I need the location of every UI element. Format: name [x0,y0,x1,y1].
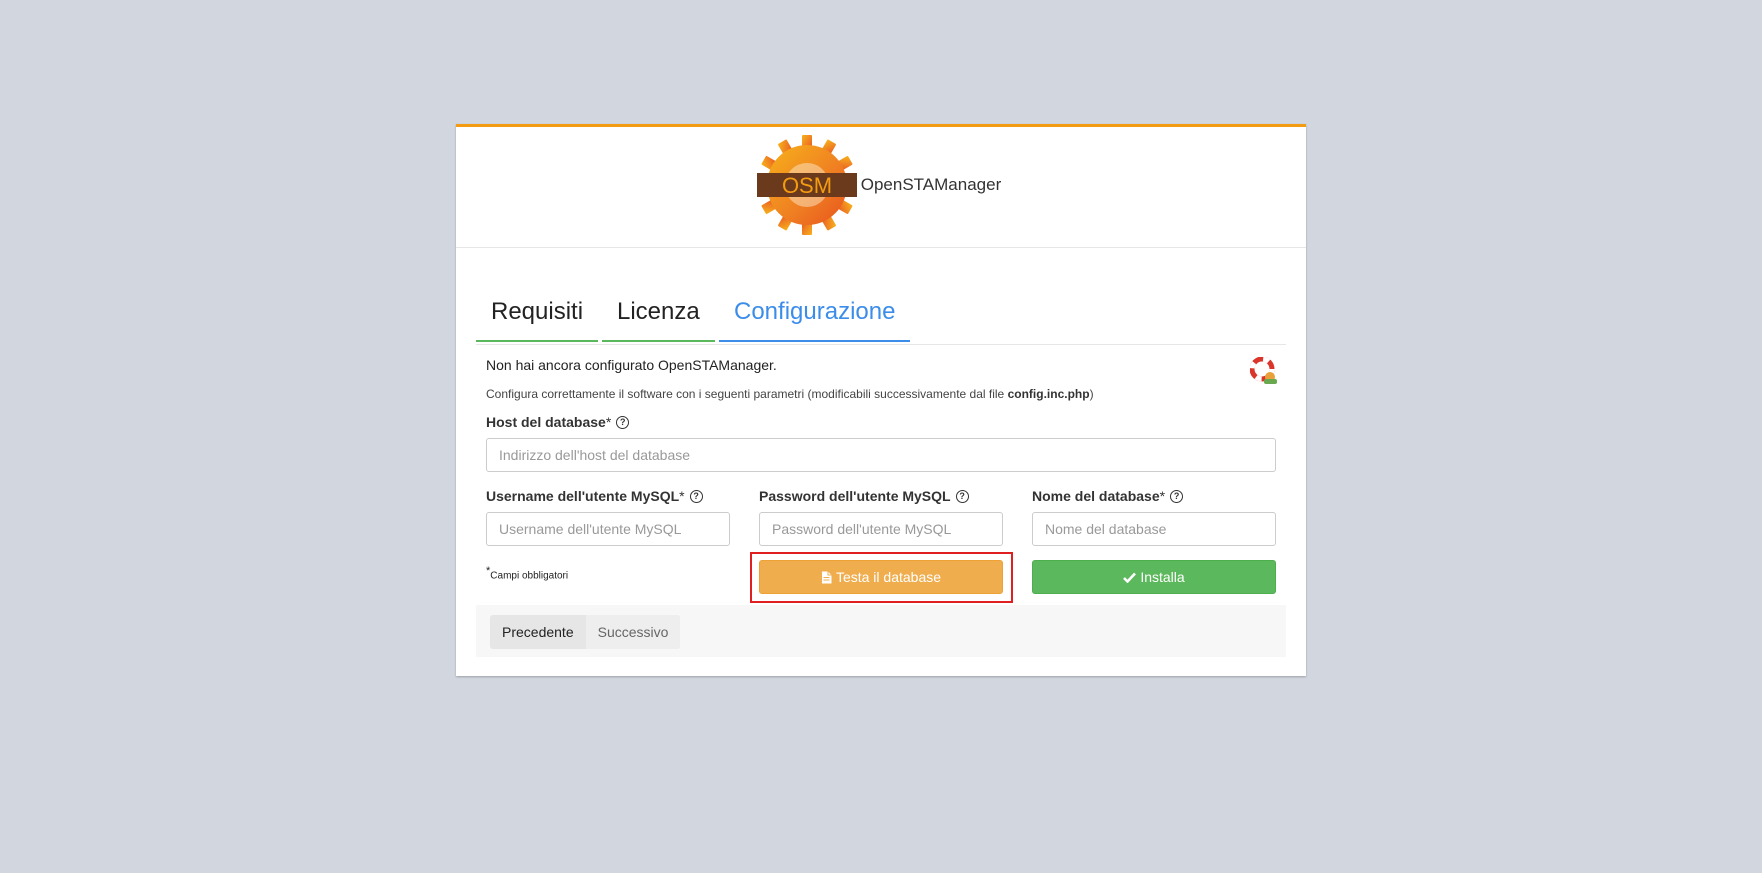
wizard-footer: Precedente Successivo [476,605,1286,657]
installer-card: OSM OpenSTAManager Requisiti Licenza Con… [456,124,1306,676]
logo: OSM OpenSTAManager [755,133,1001,237]
username-label: Username dell'utente MySQL * ? [486,488,703,504]
dbname-label-text: Nome del database [1032,488,1160,504]
check-icon [1123,572,1137,583]
brand-name: OpenSTAManager [860,175,1002,194]
intro-title: Non hai ancora configurato OpenSTAManage… [486,357,777,373]
dbname-label: Nome del database * ? [1032,488,1184,504]
description-suffix: ) [1089,387,1094,401]
note-text: Campi obbligatori [490,570,569,582]
card-header: OSM OpenSTAManager [456,127,1306,248]
password-input[interactable] [759,512,1003,546]
tab-configurazione[interactable]: Configurazione [719,282,910,342]
wizard-tabs: Requisiti Licenza Configurazione [476,282,1286,345]
test-database-button[interactable]: Testa il database [759,560,1003,594]
previous-button[interactable]: Precedente [490,615,586,649]
pager: Precedente Successivo [490,615,681,649]
required-mark: * [1159,488,1166,504]
username-label-text: Username dell'utente MySQL [486,488,680,504]
support-icon[interactable] [1249,356,1278,385]
osm-logo-icon: OSM [755,133,859,237]
password-label: Password dell'utente MySQL ? [759,488,969,504]
dbname-input[interactable] [1032,512,1276,546]
install-label: Installa [1140,569,1185,585]
host-label: Host del database * ? [486,414,630,430]
file-icon [821,571,832,583]
required-fields-note: *Campi obbligatori [486,565,568,581]
required-mark: * [679,488,685,504]
host-input[interactable] [486,438,1276,472]
help-icon[interactable]: ? [1170,489,1184,503]
install-button[interactable]: Installa [1032,560,1276,594]
intro-description: Configura correttamente il software con … [486,387,1094,401]
next-button[interactable]: Successivo [585,615,681,649]
help-icon[interactable]: ? [689,489,703,503]
description-prefix: Configura correttamente il software con … [486,387,1008,401]
help-icon[interactable]: ? [616,415,630,429]
test-database-label: Testa il database [835,569,942,585]
help-icon[interactable]: ? [955,489,969,503]
tab-licenza[interactable]: Licenza [602,282,715,342]
config-file-name: config.inc.php [1007,387,1090,401]
host-label-text: Host del database [486,414,606,430]
tab-requisiti[interactable]: Requisiti [476,282,598,342]
required-mark: * [605,414,612,430]
logo-text: OSM [782,173,832,198]
username-input[interactable] [486,512,730,546]
password-label-text: Password dell'utente MySQL [759,488,951,504]
